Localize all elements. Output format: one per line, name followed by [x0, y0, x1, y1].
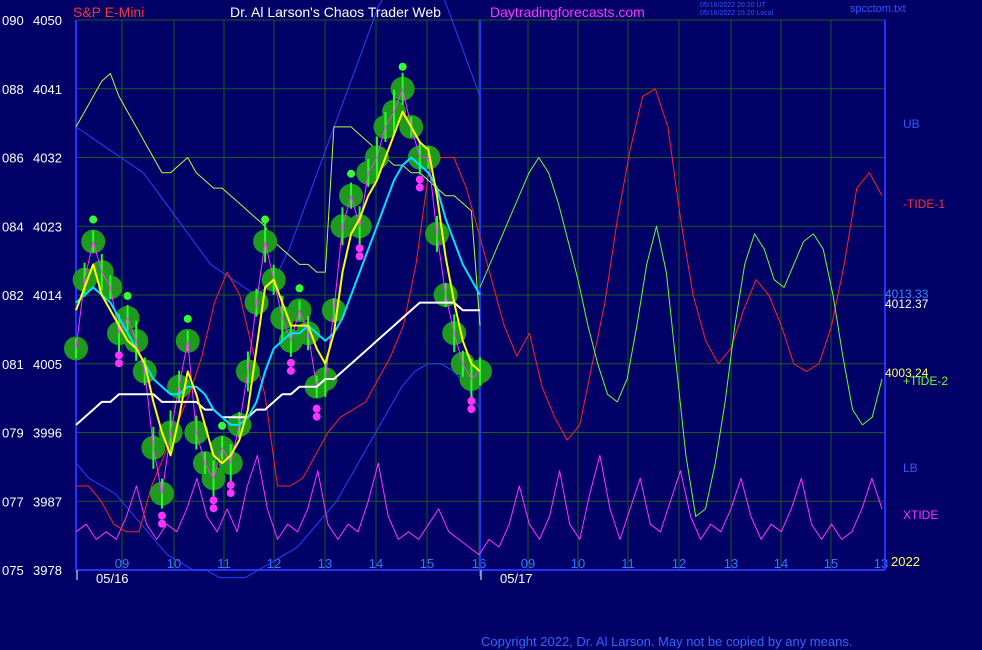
down-signal-dot [467, 405, 476, 414]
y-tick-price: 4023 [33, 219, 62, 234]
y-tick-price: 3987 [33, 494, 62, 509]
x-tick-hour: 09 [521, 556, 535, 571]
y-tick-code: 077 [2, 494, 24, 509]
right-series-label: +TIDE-2 [903, 374, 948, 388]
x-tick-hour: 14 [774, 556, 788, 571]
right-series-label: XTIDE [903, 508, 938, 522]
y-tick-code: 082 [2, 288, 24, 303]
down-signal-dot [209, 504, 218, 513]
right-series-label: 4012.37 [885, 297, 929, 311]
y-tick-code: 088 [2, 82, 24, 97]
x-date-label: 05/17 [500, 571, 533, 586]
down-signal-dot [312, 404, 321, 413]
down-signal-dot [226, 481, 235, 490]
y-tick-code: 090 [2, 13, 24, 28]
copyright-notice: Copyright 2022, Dr. Al Larson. May not b… [481, 634, 853, 649]
right-series-label: -TIDE-1 [903, 197, 945, 211]
up-signal-dot [218, 421, 227, 430]
up-signal-dot [347, 169, 356, 178]
x-tick-hour: 15 [824, 556, 838, 571]
up-signal-dot [261, 215, 270, 224]
tide2-line [479, 157, 883, 517]
right-series-label: UB [903, 117, 920, 131]
down-signal-dot [209, 496, 218, 505]
y-tick-price: 4041 [33, 82, 62, 97]
site-link[interactable]: Daytradingforecasts.com [490, 4, 645, 20]
down-signal-dot [114, 351, 123, 360]
x-tick-hour: 13 [318, 556, 332, 571]
x-tick-hour: 11 [217, 556, 231, 571]
y-tick-code: 079 [2, 426, 24, 441]
down-signal-dot [415, 183, 424, 192]
down-signal-dot [355, 244, 364, 253]
x-date-label: 05/16 [96, 571, 129, 586]
down-signal-dot [467, 397, 476, 406]
up-signal-dot [183, 314, 192, 323]
up-signal-dot [295, 284, 304, 293]
down-signal-dot [286, 366, 295, 375]
y-tick-price: 4005 [33, 357, 62, 372]
up-signal-dot [123, 291, 132, 300]
up-signal-dot [89, 215, 98, 224]
down-signal-dot [415, 175, 424, 184]
down-signal-dot [157, 519, 166, 528]
right-series-label: LB [903, 461, 918, 475]
lower-band-line [75, 363, 481, 579]
x-year-label: 2022 [891, 554, 920, 569]
y-tick-price: 3978 [33, 563, 62, 578]
x-tick-hour: 13 [724, 556, 738, 571]
chart-title: Dr. Al Larson's Chaos Trader Web [230, 4, 441, 20]
x-tick-hour: 10 [571, 556, 585, 571]
y-tick-price: 3996 [33, 426, 62, 441]
down-signal-dot [355, 252, 364, 261]
y-tick-code: 075 [2, 563, 24, 578]
timestamp-ut: 05/16/2022 20:20 UT [700, 2, 766, 9]
timestamp-local: 05/16/2022 15:20 Local [700, 10, 774, 17]
x-tick-hour: 09 [115, 556, 129, 571]
up-signal-dot [398, 62, 407, 71]
x-tick-hour: 15 [420, 556, 434, 571]
y-tick-price: 4014 [33, 288, 62, 303]
y-tick-code: 086 [2, 151, 24, 166]
x-tick-hour: 12 [672, 556, 686, 571]
chaos-trader-chart: 090 4050 088 4041 086 4032 084 4023 082 4014 081 40… [2, 0, 948, 586]
y-tick-code: 084 [2, 219, 24, 234]
x-tick-hour: 11 [621, 556, 635, 571]
y-tick-price: 4050 [33, 13, 62, 28]
symbol-label: S&P E-Mini [73, 4, 145, 20]
down-signal-dot [226, 489, 235, 498]
x-tick-hour: 13 [874, 556, 888, 571]
down-signal-dot [286, 358, 295, 367]
y-tick-price: 4032 [33, 151, 62, 166]
y-tick-code: 081 [2, 357, 24, 372]
down-signal-dot [157, 511, 166, 520]
data-file-label: spcctom.txt [850, 3, 906, 15]
x-tick-hour: 14 [369, 556, 383, 571]
down-signal-dot [114, 359, 123, 368]
down-signal-dot [312, 412, 321, 421]
